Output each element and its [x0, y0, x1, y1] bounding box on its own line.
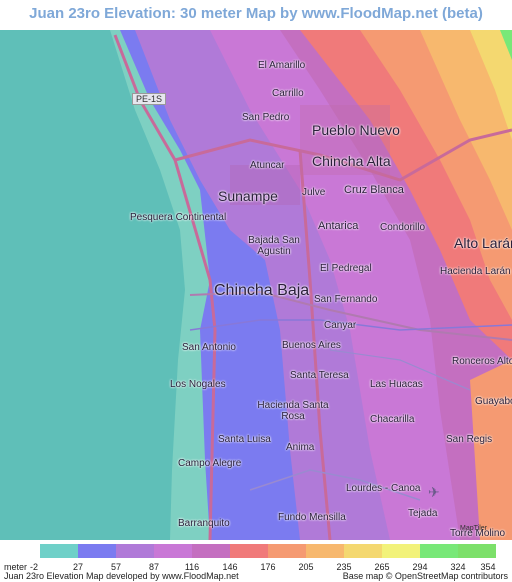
place-san-pedro[interactable]: San Pedro — [242, 112, 289, 123]
place-los-nogales[interactable]: Los Nogales — [170, 379, 226, 390]
place-san-fernando[interactable]: San Fernando — [314, 294, 377, 305]
place-fundo-mensilla[interactable]: Fundo Mensilla — [278, 512, 346, 523]
place-guayabo[interactable]: Guayabo — [475, 396, 512, 407]
place-pueblo-nuevo[interactable]: Pueblo Nuevo — [312, 122, 400, 138]
place-lourdes-canoa[interactable]: Lourdes - Canoa — [346, 483, 421, 494]
legend-swatch — [382, 544, 420, 558]
place-pesquera-continental[interactable]: Pesquera Continental — [130, 212, 226, 223]
place-alto-laran[interactable]: Alto Larán — [454, 235, 512, 251]
legend-swatch — [420, 544, 458, 558]
place-atuncar[interactable]: Atuncar — [250, 160, 284, 171]
place-barranquito[interactable]: Barranquito — [178, 518, 230, 529]
legend-swatch — [78, 544, 116, 558]
place-hacienda-santa-rosa[interactable]: Hacienda Santa Rosa — [254, 400, 332, 422]
legend-swatch — [230, 544, 268, 558]
footer-credit[interactable]: Juan 23ro Elevation Map developed by www… — [4, 571, 239, 581]
place-san-antonio[interactable]: San Antonio — [182, 342, 236, 353]
place-canyar[interactable]: Canyar — [324, 320, 356, 331]
elevation-map[interactable]: PE-1S El Amarillo Carrillo San Pedro Pue… — [0, 30, 512, 540]
place-santa-luisa[interactable]: Santa Luisa — [218, 434, 271, 445]
legend-swatch — [458, 544, 496, 558]
place-chincha-baja[interactable]: Chincha Baja — [214, 282, 309, 300]
place-el-pedregal[interactable]: El Pedregal — [320, 263, 372, 274]
place-ronceros-alto[interactable]: Ronceros Alto — [452, 356, 512, 367]
place-santa-teresa[interactable]: Santa Teresa — [290, 370, 349, 381]
place-julve[interactable]: Julve — [302, 187, 325, 198]
place-tejada[interactable]: Tejada — [408, 508, 437, 519]
place-sunampe[interactable]: Sunampe — [218, 188, 278, 204]
legend-tick-label: 176 — [260, 562, 276, 572]
map-title: Juan 23ro Elevation: 30 meter Map by www… — [0, 0, 512, 30]
place-el-amarillo[interactable]: El Amarillo — [258, 60, 305, 71]
airport-icon: ✈ — [428, 484, 440, 500]
place-bajada-san-agustin[interactable]: Bajada San Agustin — [244, 235, 304, 257]
legend-swatch — [344, 544, 382, 558]
place-chincha-alta[interactable]: Chincha Alta — [312, 153, 391, 169]
maptiler-logo: MapTiler — [460, 525, 487, 532]
place-antarica[interactable]: Antarica — [318, 220, 358, 232]
place-cruz-blanca[interactable]: Cruz Blanca — [344, 184, 404, 196]
legend-swatch — [192, 544, 230, 558]
legend-swatch — [306, 544, 344, 558]
place-buenos-aires[interactable]: Buenos Aires — [282, 340, 341, 351]
elevation-legend: meter -2 27 57 87 116 146 176 205 235 265 294 324 35… — [0, 540, 512, 582]
place-condorillo[interactable]: Condorillo — [380, 222, 425, 233]
legend-swatch — [268, 544, 306, 558]
place-anima[interactable]: Anima — [286, 442, 314, 453]
legend-swatch — [154, 544, 192, 558]
place-san-regis[interactable]: San Regis — [446, 434, 492, 445]
place-campo-alegre[interactable]: Campo Alegre — [178, 458, 241, 469]
place-chacarilla[interactable]: Chacarilla — [370, 414, 414, 425]
road-shield-pe-1s: PE-1S — [132, 93, 167, 105]
legend-swatch — [40, 544, 78, 558]
place-las-huacas[interactable]: Las Huacas — [370, 379, 423, 390]
footer-attribution[interactable]: Base map © OpenStreetMap contributors — [343, 571, 508, 581]
place-hacienda-laran[interactable]: Hacienda Larán — [440, 266, 511, 277]
legend-tick-label: 205 — [298, 562, 314, 572]
legend-swatch — [116, 544, 154, 558]
place-carrillo[interactable]: Carrillo — [272, 88, 304, 99]
